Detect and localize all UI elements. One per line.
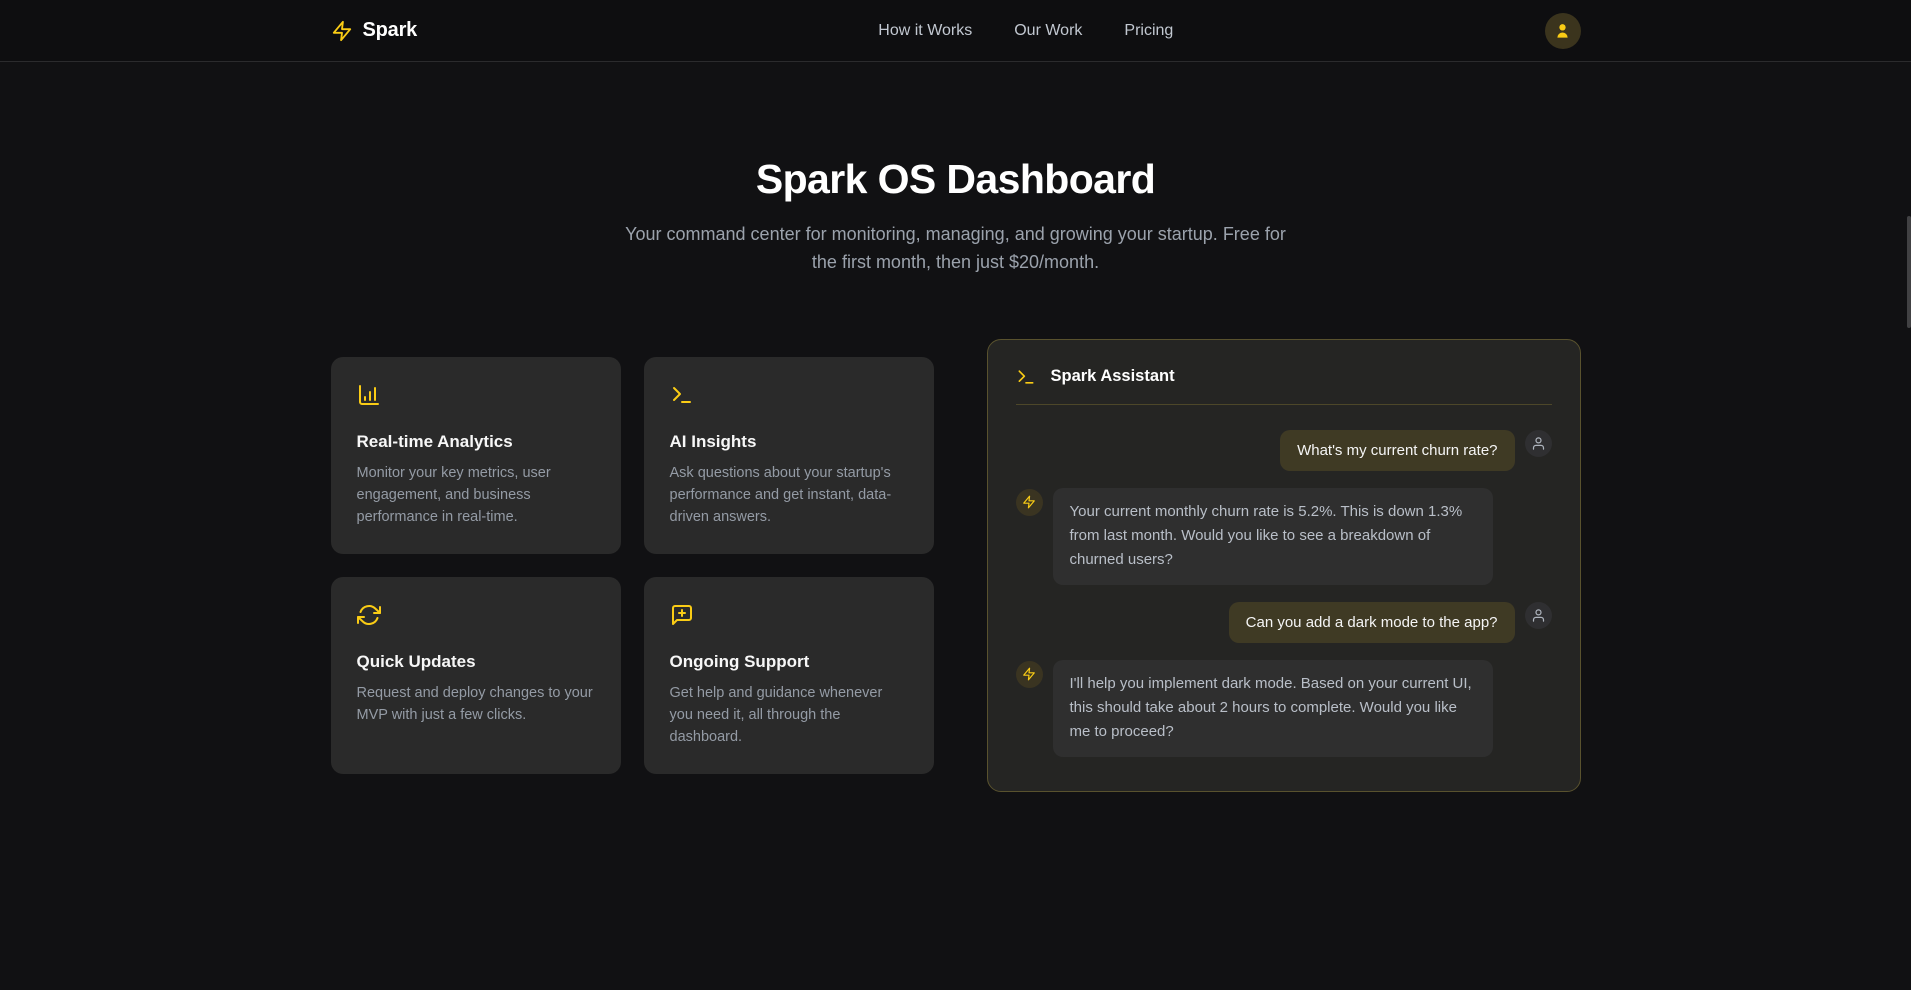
navbar: Spark How it Works Our Work Pricing: [0, 0, 1911, 62]
user-icon: [1531, 436, 1546, 451]
zap-icon: [1022, 495, 1036, 509]
user-avatar: [1525, 430, 1552, 457]
nav-link-how-it-works[interactable]: How it Works: [878, 22, 972, 40]
page-title: Spark OS Dashboard: [0, 156, 1911, 203]
feature-title: Real-time Analytics: [357, 432, 595, 452]
feature-description: Ask questions about your startup's perfo…: [670, 462, 908, 528]
user-message-bubble: Can you add a dark mode to the app?: [1229, 602, 1515, 643]
assistant-header: Spark Assistant: [1016, 367, 1552, 405]
chat-message-assistant: Your current monthly churn rate is 5.2%.…: [1016, 488, 1552, 585]
chat-message-user: What's my current churn rate?: [1016, 430, 1552, 471]
feature-description: Monitor your key metrics, user engagemen…: [357, 462, 595, 528]
refresh-icon: [357, 603, 595, 632]
brand-name: Spark: [363, 19, 418, 42]
scrollbar-thumb[interactable]: [1907, 216, 1911, 328]
nav-link-pricing[interactable]: Pricing: [1124, 22, 1173, 40]
hero-subtitle: Your command center for monitoring, mana…: [611, 221, 1301, 277]
nav-link-our-work[interactable]: Our Work: [1014, 22, 1082, 40]
spark-assistant-panel: Spark Assistant What's my current churn …: [987, 339, 1581, 792]
terminal-icon: [1016, 367, 1036, 387]
feature-card-real-time-analytics: Real-time Analytics Monitor your key met…: [331, 357, 621, 554]
feature-title: AI Insights: [670, 432, 908, 452]
feature-card-ongoing-support: Ongoing Support Get help and guidance wh…: [644, 577, 934, 774]
assistant-avatar: [1016, 489, 1043, 516]
assistant-message-bubble: I'll help you implement dark mode. Based…: [1053, 660, 1493, 757]
user-icon: [1531, 608, 1546, 623]
user-avatar: [1525, 602, 1552, 629]
terminal-icon: [670, 383, 908, 412]
hero-section: Spark OS Dashboard Your command center f…: [0, 62, 1911, 277]
assistant-avatar: [1016, 661, 1043, 688]
user-message-bubble: What's my current churn rate?: [1280, 430, 1514, 471]
nav-links: How it Works Our Work Pricing: [878, 22, 1173, 40]
page-scrollbar: [1906, 0, 1911, 990]
zap-icon: [1022, 667, 1036, 681]
bar-chart-icon: [357, 383, 595, 412]
feature-card-ai-insights: AI Insights Ask questions about your sta…: [644, 357, 934, 554]
content-row: Real-time Analytics Monitor your key met…: [331, 339, 1581, 792]
user-icon: [1553, 21, 1572, 40]
chat-message-assistant: I'll help you implement dark mode. Based…: [1016, 660, 1552, 757]
feature-card-quick-updates: Quick Updates Request and deploy changes…: [331, 577, 621, 774]
brand-logo[interactable]: Spark: [331, 19, 418, 42]
assistant-title: Spark Assistant: [1051, 367, 1175, 386]
feature-title: Ongoing Support: [670, 652, 908, 672]
account-avatar-button[interactable]: [1545, 13, 1581, 49]
chat-message-user: Can you add a dark mode to the app?: [1016, 602, 1552, 643]
navbar-inner: Spark How it Works Our Work Pricing: [331, 0, 1581, 61]
assistant-messages: What's my current churn rate? Your curre…: [1016, 430, 1552, 757]
feature-title: Quick Updates: [357, 652, 595, 672]
message-square-plus-icon: [670, 603, 908, 632]
features-grid: Real-time Analytics Monitor your key met…: [331, 357, 934, 774]
assistant-message-bubble: Your current monthly churn rate is 5.2%.…: [1053, 488, 1493, 585]
spark-zap-icon: [331, 20, 353, 42]
feature-description: Get help and guidance whenever you need …: [670, 682, 908, 748]
feature-description: Request and deploy changes to your MVP w…: [357, 682, 595, 726]
